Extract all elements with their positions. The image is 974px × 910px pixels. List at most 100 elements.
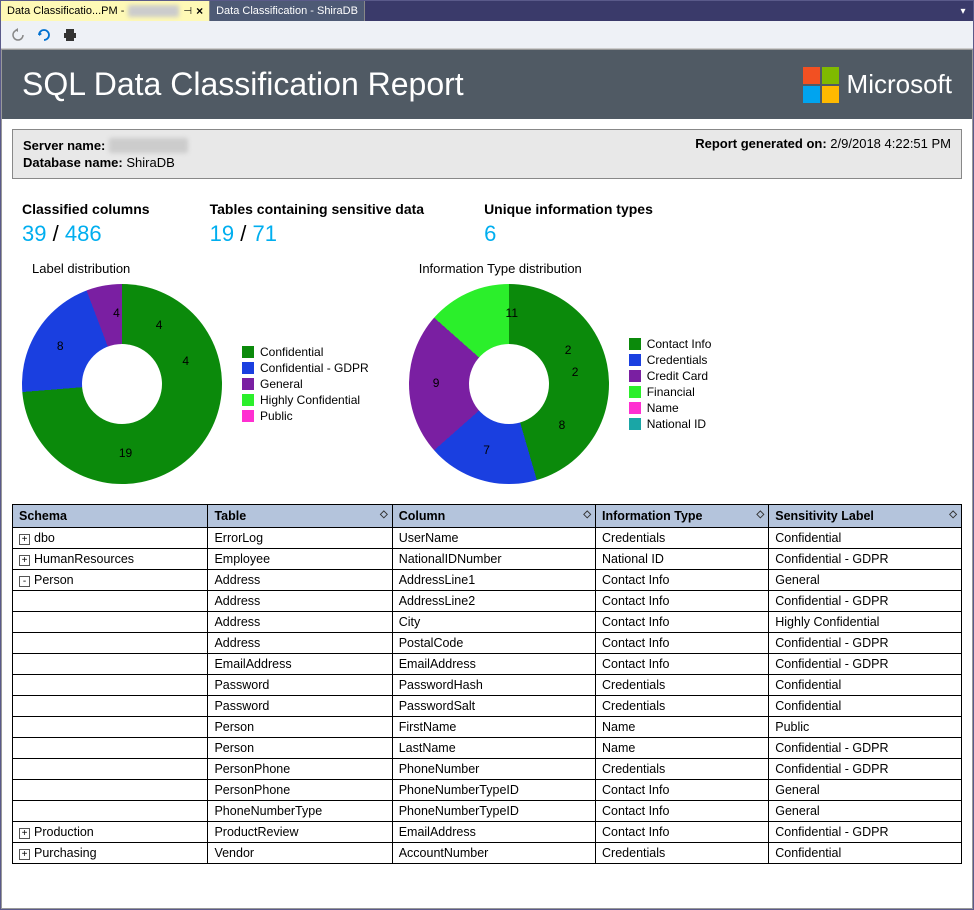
cell-schema: +Production xyxy=(13,822,208,843)
stats-row: Classified columns 39 / 486 Tables conta… xyxy=(2,189,972,251)
column-header[interactable]: Table◇ xyxy=(208,505,392,528)
cell-schema xyxy=(13,696,208,717)
sort-icon[interactable]: ◇ xyxy=(757,509,765,520)
donut-slice-value: 9 xyxy=(433,376,440,390)
stat-unique: Unique information types 6 xyxy=(484,201,653,247)
cell-column: NationalIDNumber xyxy=(392,549,595,570)
cell-column: LastName xyxy=(392,738,595,759)
legend-swatch xyxy=(629,402,641,414)
legend-label: General xyxy=(260,377,303,391)
tab-blurred: xx xyxy=(128,5,179,17)
report-header: SQL Data Classification Report Microsoft xyxy=(2,50,972,119)
cell-info: Credentials xyxy=(596,528,769,549)
cell-table: Password xyxy=(208,675,392,696)
legend-item: General xyxy=(242,377,369,391)
sort-icon[interactable]: ◇ xyxy=(949,509,957,520)
cell-column: PhoneNumberTypeID xyxy=(392,780,595,801)
cell-table: PhoneNumberType xyxy=(208,801,392,822)
sort-icon[interactable]: ◇ xyxy=(380,509,388,520)
legend-swatch xyxy=(629,370,641,382)
donut-chart-labels: 198444 xyxy=(22,284,222,484)
table-row: AddressPostalCodeContact InfoConfidentia… xyxy=(13,633,962,654)
cell-table: Address xyxy=(208,570,392,591)
refresh-icon[interactable] xyxy=(35,26,53,44)
expander-icon[interactable]: + xyxy=(19,555,30,566)
cell-column: EmailAddress xyxy=(392,654,595,675)
tab-active[interactable]: Data Classificatio...PM - xx ⊣ × xyxy=(1,1,210,21)
cell-label: General xyxy=(769,780,962,801)
cell-label: Confidential - GDPR xyxy=(769,822,962,843)
table-row: EmailAddressEmailAddressContact InfoConf… xyxy=(13,654,962,675)
cell-label: Confidential - GDPR xyxy=(769,759,962,780)
table-row: +dboErrorLogUserNameCredentialsConfident… xyxy=(13,528,962,549)
cell-column: FirstName xyxy=(392,717,595,738)
cell-table: PersonPhone xyxy=(208,759,392,780)
cell-schema xyxy=(13,591,208,612)
cell-info: Name xyxy=(596,717,769,738)
legend-item: Public xyxy=(242,409,369,423)
classification-table: SchemaTable◇Column◇Information Type◇Sens… xyxy=(12,504,962,864)
tabs-dropdown-icon[interactable]: ▾ xyxy=(953,1,973,21)
print-icon[interactable] xyxy=(61,26,79,44)
legend-swatch xyxy=(242,410,254,422)
legend-label: Credentials xyxy=(647,353,708,367)
cell-info: Contact Info xyxy=(596,591,769,612)
table-row: +HumanResourcesEmployeeNationalIDNumberN… xyxy=(13,549,962,570)
legend-label: Confidential - GDPR xyxy=(260,361,369,375)
tab-inactive[interactable]: Data Classification - ShiraDB xyxy=(210,1,365,21)
cell-label: Confidential - GDPR xyxy=(769,654,962,675)
cell-label: General xyxy=(769,570,962,591)
table-row: PersonLastNameNameConfidential - GDPR xyxy=(13,738,962,759)
chart-label-distribution: Label distribution 198444 ConfidentialCo… xyxy=(22,261,369,484)
back-icon[interactable] xyxy=(9,26,27,44)
cell-label: Public xyxy=(769,717,962,738)
legend-item: Name xyxy=(629,401,712,415)
pin-icon[interactable]: ⊣ xyxy=(183,6,192,17)
donut-slice-value: 4 xyxy=(113,306,120,320)
cell-column: PasswordHash xyxy=(392,675,595,696)
column-header[interactable]: Information Type◇ xyxy=(596,505,769,528)
cell-info: Contact Info xyxy=(596,570,769,591)
legend-label: Contact Info xyxy=(647,337,712,351)
expander-icon[interactable]: + xyxy=(19,849,30,860)
column-header[interactable]: Column◇ xyxy=(392,505,595,528)
donut-slice-value: 11 xyxy=(506,306,518,320)
stat-tables: Tables containing sensitive data 19 / 71 xyxy=(210,201,424,247)
cell-info: Credentials xyxy=(596,843,769,864)
column-header[interactable]: Sensitivity Label◇ xyxy=(769,505,962,528)
sort-icon[interactable]: ◇ xyxy=(583,509,591,520)
table-row: AddressCityContact InfoHighly Confidenti… xyxy=(13,612,962,633)
legend-label: Credit Card xyxy=(647,369,708,383)
expander-icon[interactable]: + xyxy=(19,534,30,545)
cell-column: PhoneNumberTypeID xyxy=(392,801,595,822)
cell-table: Address xyxy=(208,591,392,612)
cell-column: AccountNumber xyxy=(392,843,595,864)
legend-label: Public xyxy=(260,409,293,423)
cell-table: Vendor xyxy=(208,843,392,864)
cell-label: Confidential xyxy=(769,528,962,549)
column-header[interactable]: Schema xyxy=(13,505,208,528)
close-icon[interactable]: × xyxy=(196,4,203,18)
cell-schema xyxy=(13,780,208,801)
cell-label: Confidential xyxy=(769,696,962,717)
legend-label: Name xyxy=(647,401,679,415)
cell-info: Contact Info xyxy=(596,654,769,675)
cell-info: Contact Info xyxy=(596,822,769,843)
cell-label: Confidential xyxy=(769,675,962,696)
donut-slice-value: 8 xyxy=(559,418,566,432)
cell-label: General xyxy=(769,801,962,822)
donut-chart-infotypes: 8791122 xyxy=(409,284,609,484)
cell-schema: +dbo xyxy=(13,528,208,549)
donut-slice-value: 8 xyxy=(57,339,64,353)
donut-slice-value: 4 xyxy=(156,318,163,332)
cell-table: ProductReview xyxy=(208,822,392,843)
donut-slice-value: 4 xyxy=(182,354,189,368)
table-row: PasswordPasswordSaltCredentialsConfident… xyxy=(13,696,962,717)
expander-icon[interactable]: + xyxy=(19,828,30,839)
cell-label: Confidential - GDPR xyxy=(769,633,962,654)
cell-table: PersonPhone xyxy=(208,780,392,801)
expander-icon[interactable]: - xyxy=(19,576,30,587)
legend-swatch xyxy=(242,378,254,390)
legend-swatch xyxy=(629,418,641,430)
cell-table: Address xyxy=(208,612,392,633)
